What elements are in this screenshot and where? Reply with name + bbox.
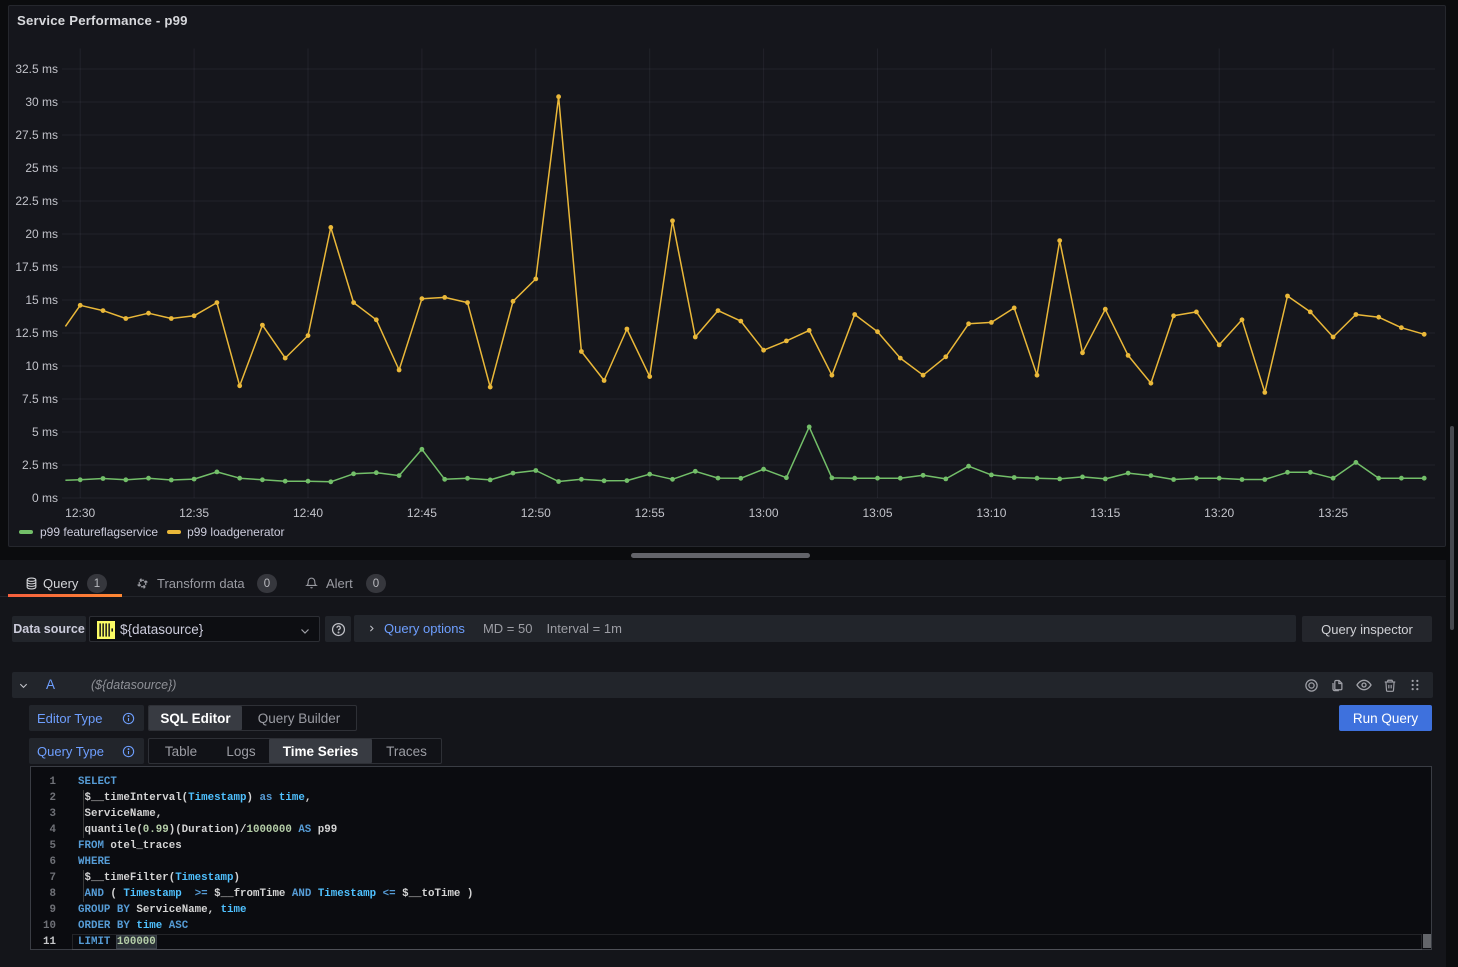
svg-text:13:10: 13:10 [976, 506, 1006, 520]
svg-text:5 ms: 5 ms [32, 425, 58, 439]
svg-text:13:20: 13:20 [1204, 506, 1234, 520]
svg-text:12.5 ms: 12.5 ms [15, 326, 58, 340]
svg-text:10 ms: 10 ms [25, 359, 58, 373]
svg-text:32.5 ms: 32.5 ms [15, 62, 58, 76]
svg-text:27.5 ms: 27.5 ms [15, 128, 58, 142]
svg-text:12:40: 12:40 [293, 506, 323, 520]
svg-text:25 ms: 25 ms [25, 161, 58, 175]
svg-text:12:35: 12:35 [179, 506, 209, 520]
svg-text:13:00: 13:00 [749, 506, 779, 520]
svg-text:22.5 ms: 22.5 ms [15, 194, 58, 208]
svg-text:12:30: 12:30 [65, 506, 95, 520]
svg-text:12:50: 12:50 [521, 506, 551, 520]
svg-text:15 ms: 15 ms [25, 293, 58, 307]
svg-text:0 ms: 0 ms [32, 491, 58, 505]
svg-text:12:55: 12:55 [635, 506, 665, 520]
svg-text:13:15: 13:15 [1090, 506, 1120, 520]
svg-text:7.5 ms: 7.5 ms [22, 392, 58, 406]
svg-text:17.5 ms: 17.5 ms [15, 260, 58, 274]
svg-text:12:45: 12:45 [407, 506, 437, 520]
svg-text:20 ms: 20 ms [25, 227, 58, 241]
svg-text:30 ms: 30 ms [25, 95, 58, 109]
svg-text:13:25: 13:25 [1318, 506, 1348, 520]
svg-text:2.5 ms: 2.5 ms [22, 458, 58, 472]
svg-text:13:05: 13:05 [862, 506, 892, 520]
